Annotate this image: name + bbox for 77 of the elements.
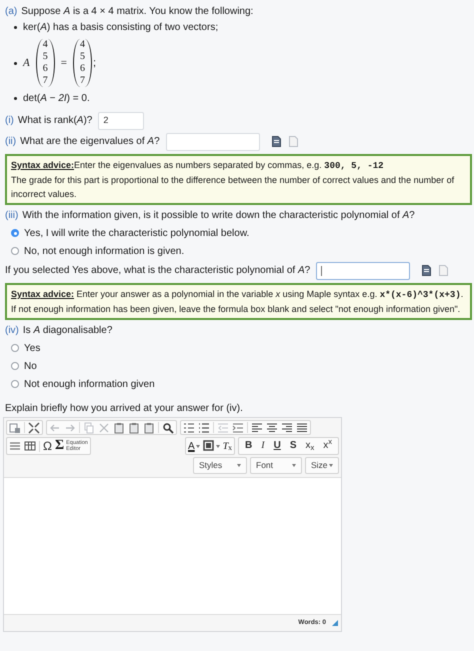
indent-icon[interactable] — [232, 422, 244, 434]
format-button[interactable]: I — [261, 441, 265, 451]
radio-button[interactable] — [11, 247, 19, 255]
align-left-icon[interactable] — [251, 422, 263, 434]
equals-sign: = — [60, 56, 67, 71]
source-icon[interactable] — [9, 422, 21, 434]
intro-text: Suppose A is a 4 × 4 matrix. You know the following: — [21, 5, 254, 19]
format-button[interactable]: x$_{x}$ — [306, 441, 314, 451]
table-icon[interactable] — [24, 440, 36, 452]
matrix-entry: 6 — [42, 63, 48, 75]
clipboard-icon[interactable] — [143, 422, 155, 434]
clipboard-icon[interactable] — [128, 422, 140, 434]
align-right-icon[interactable] — [281, 422, 293, 434]
background-color-icon[interactable] — [202, 440, 215, 452]
validate-icon[interactable] — [422, 265, 432, 276]
question-text: Is A diagonalisable? — [22, 324, 112, 338]
matrix-variable: A — [23, 56, 30, 71]
format-button[interactable]: x$^{x}$ — [323, 441, 332, 451]
bullet-icon — [14, 62, 17, 64]
advice-note: The grade for this part is proportional to the difference between the number of correct values and the number of incorrect values. — [11, 174, 456, 201]
advice-text: Syntax advice: Enter your answer as a polynomial in the variable x using Maple syntax e.g. x*(x-6)^3*(x+3). If not enough information has been given, leave the formula box blank and select "not enough information given". — [11, 288, 464, 316]
bullet-icon — [14, 26, 17, 29]
format-button[interactable]: S — [290, 441, 296, 451]
radio-button[interactable] — [11, 344, 19, 352]
question-number: (ii) — [5, 135, 16, 149]
semicolon: ; — [92, 56, 96, 71]
matrix-entry: 4 — [80, 39, 85, 51]
horizontal-rule-icon[interactable] — [9, 440, 21, 452]
bullet-list-icon[interactable] — [198, 422, 210, 434]
caret-icon[interactable] — [237, 464, 241, 467]
format-button[interactable]: U — [274, 441, 281, 451]
radio-button[interactable] — [11, 380, 19, 388]
fact-text: det(A − 2I) = 0. — [23, 92, 90, 106]
radio-button[interactable] — [11, 229, 19, 237]
matrix-entry: 5 — [80, 51, 85, 63]
matrix-entry: 4 — [42, 39, 48, 51]
question-text: If you selected Yes above, what is the characteristic polynomial of A? — [5, 264, 310, 278]
caret-icon — [196, 444, 200, 448]
option-label: No — [24, 360, 37, 374]
matrix-entry: 7 — [42, 75, 48, 87]
answer-field[interactable]: 2 — [98, 112, 144, 130]
format-button[interactable]: B — [245, 441, 252, 451]
option-label: Not enough information given — [24, 378, 155, 392]
bullet-icon — [14, 97, 17, 100]
justify-icon[interactable] — [296, 422, 308, 434]
caret-icon[interactable] — [292, 464, 296, 467]
remove-format-button[interactable]: T$_{x}$ — [222, 438, 232, 454]
question-text: What are the eigenvalues of A? — [20, 135, 160, 149]
part-label: (a) — [5, 5, 18, 19]
matrix-entry: 5 — [42, 51, 48, 63]
resize-handle-icon[interactable] — [332, 620, 338, 626]
question-text: What is rank(A)? — [18, 114, 92, 128]
caret-icon[interactable] — [216, 444, 220, 448]
answer-field[interactable] — [316, 262, 410, 280]
option-label: Yes — [24, 342, 40, 356]
search-icon[interactable] — [162, 422, 174, 434]
advice-text: Syntax advice:Enter the eigenvalues as numbers separated by commas, e.g. 300, 5, -12 — [11, 159, 385, 173]
validate-icon[interactable] — [272, 136, 281, 147]
text-color-button[interactable]: A — [188, 438, 200, 454]
special-character-button[interactable]: Ω — [43, 440, 52, 452]
prompt-text: Explain briefly how you arrived at your answer for (iv). — [5, 402, 244, 416]
option-label: Yes, I will write the characteristic polynomial below. — [24, 226, 250, 240]
caret-icon[interactable] — [329, 464, 333, 467]
fact-text: ker(A) has a basis consisting of two vectors; — [23, 21, 218, 35]
matrix-entry: 7 — [80, 75, 85, 87]
option-label: No, not enough information is given. — [24, 244, 184, 258]
numbered-list-icon[interactable] — [183, 422, 195, 434]
question-number: (i) — [5, 114, 14, 128]
question-number: (iv) — [5, 324, 19, 338]
align-center-icon[interactable] — [266, 422, 278, 434]
matrix-entry: 6 — [80, 63, 85, 75]
question-text: With the information given, is it possible to write down the characteristic polynomial of A? — [22, 209, 415, 223]
question-number: (iii) — [5, 209, 18, 223]
maximize-icon[interactable] — [28, 422, 40, 434]
clipboard-icon[interactable] — [113, 422, 125, 434]
answer-field[interactable] — [166, 132, 260, 150]
radio-button[interactable] — [11, 362, 19, 370]
